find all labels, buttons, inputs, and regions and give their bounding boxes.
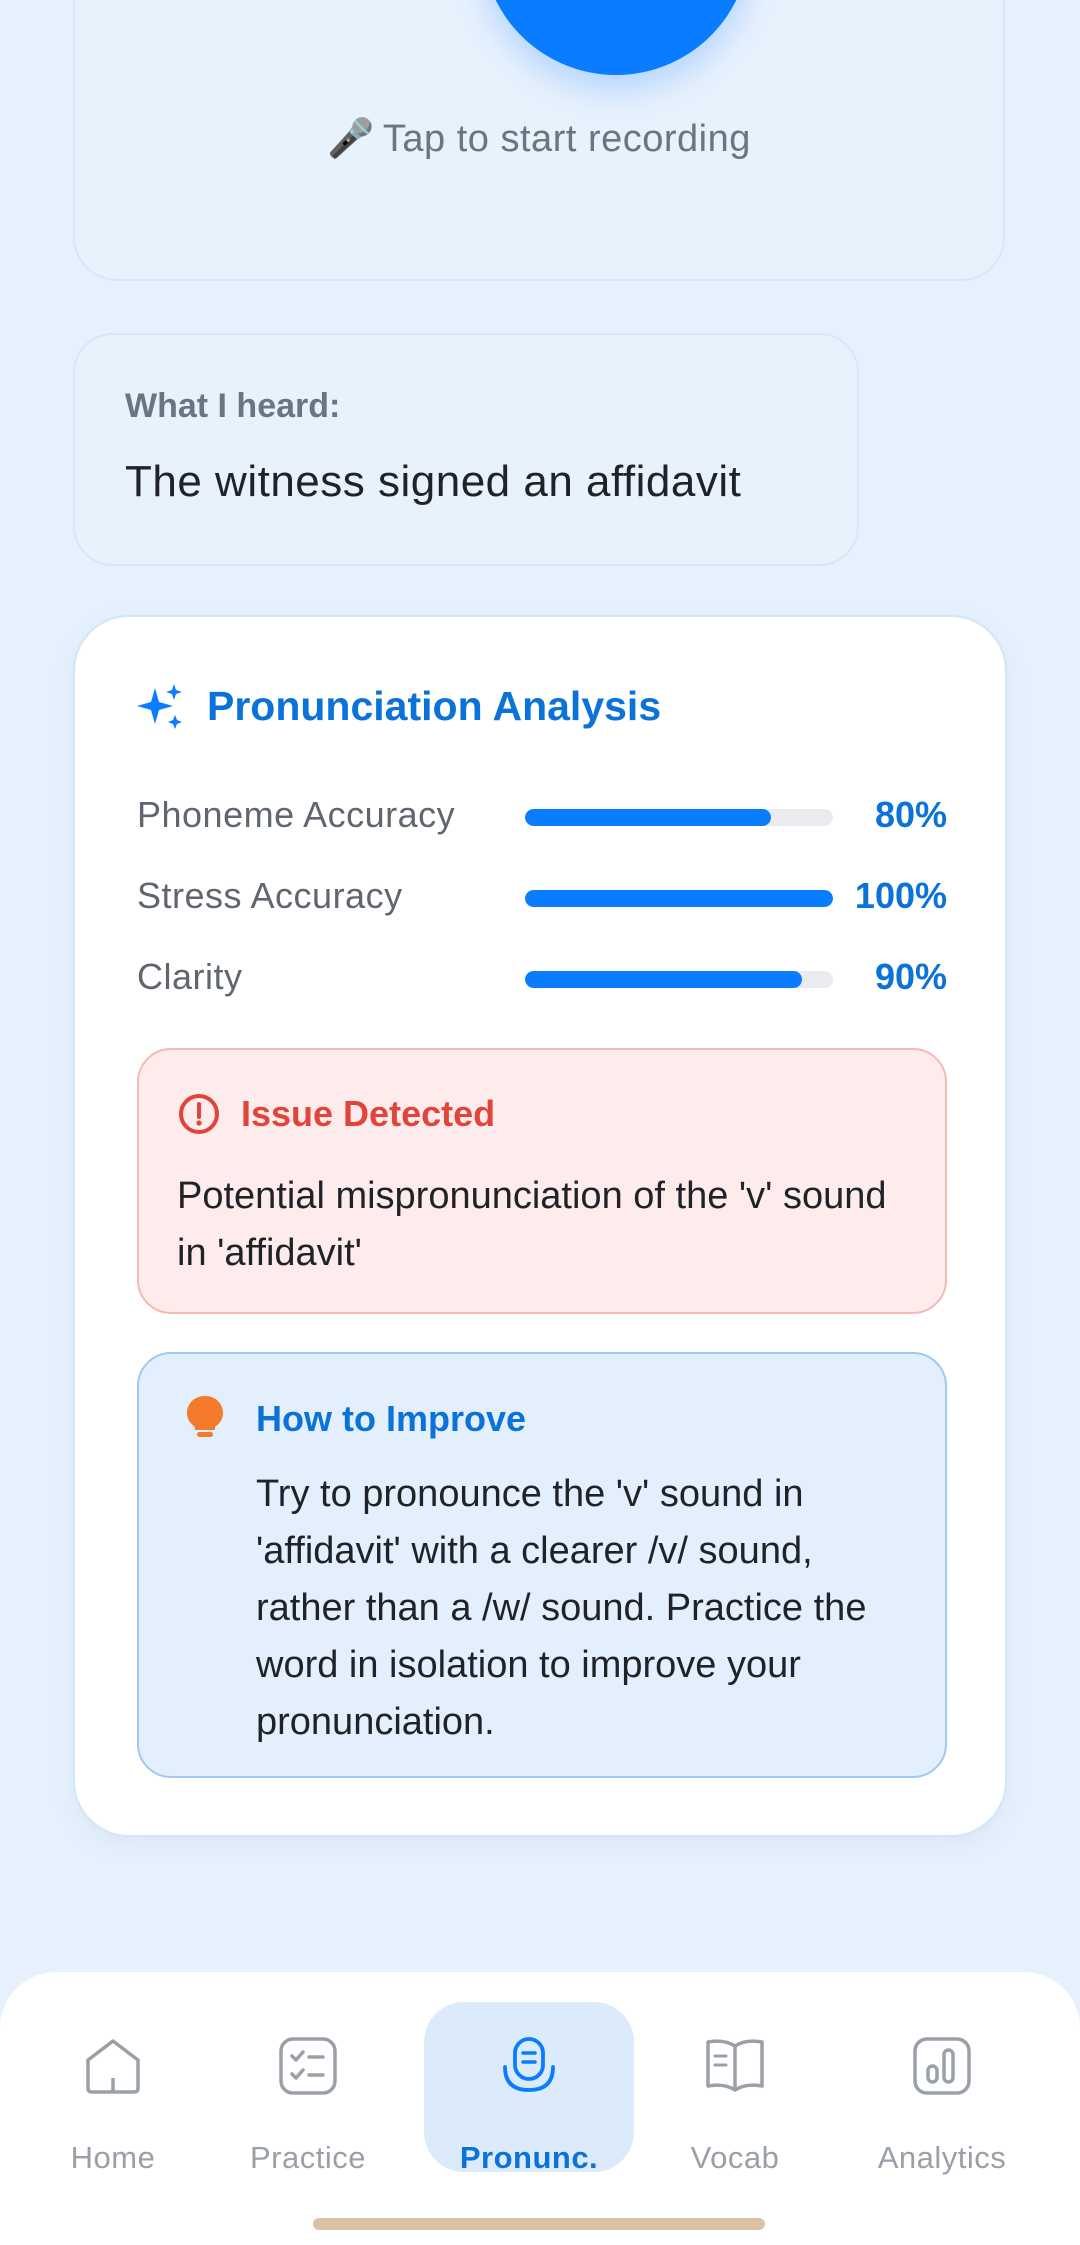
recording-card: 🎤 Tap to start recording [73,0,1005,281]
metric-label: Phoneme Accuracy [137,794,456,835]
metric-progress-bar [525,890,833,907]
issue-text: Potential mispronunciation of the 'v' so… [177,1175,887,1274]
nav-item-home[interactable]: Home [8,2002,218,2175]
transcript-label: What I heard: [125,387,341,425]
metric-label: Clarity [137,956,243,997]
metric-value: 90% [874,956,947,997]
transcript-card: What I heard: The witness signed an affi… [73,333,859,566]
bottom-navigation: Home Practice Pronunc. Vocab Analytics [0,1972,1080,2245]
issue-header: Issue Detected [177,1092,495,1136]
issue-detected-box: Issue Detected Potential mispronunciatio… [137,1048,947,1314]
nav-item-analytics[interactable]: Analytics [837,2002,1047,2175]
sparkles-icon [137,683,182,729]
metric-progress-bar [525,971,833,988]
record-hint-text: Tap to start recording [382,118,751,160]
book-icon [706,2039,764,2092]
metric-clarity: Clarity 90% [137,952,947,1002]
nav-item-practice[interactable]: Practice [203,2002,413,2175]
nav-item-vocab[interactable]: Vocab [630,2002,840,2175]
improve-text: Try to pronounce the 'v' sound in 'affid… [256,1473,867,1743]
improve-title: How to Improve [256,1398,527,1439]
metric-value: 100% [854,875,947,916]
chart-icon [913,2037,971,2095]
lightbulb-icon [187,1396,223,1437]
how-to-improve-box: How to Improve Try to pronounce the 'v' … [137,1352,947,1778]
home-icon [86,2039,140,2094]
issue-title: Issue Detected [241,1093,496,1134]
alert-circle-icon [179,1094,219,1134]
nav-label: Home [70,2140,156,2175]
record-hint: 🎤 Tap to start recording [75,117,1003,161]
analysis-title: Pronunciation Analysis [207,683,662,729]
transcript-text: The witness signed an affidavit [125,457,742,506]
checklist-icon [279,2037,337,2095]
microphone-emoji-icon: 🎤 [327,118,375,160]
metric-value: 80% [874,794,947,835]
metric-progress-bar [525,809,833,826]
nav-label: Practice [250,2140,366,2175]
microphone-icon [503,2037,555,2092]
nav-label: Pronunc. [459,2140,599,2175]
home-indicator[interactable] [313,2218,765,2230]
metric-progress-fill [525,971,803,988]
microphone-icon [582,0,650,7]
nav-label: Analytics [877,2140,1007,2175]
metric-phoneme-accuracy: Phoneme Accuracy 80% [137,790,947,840]
metric-progress-fill [525,890,833,907]
nav-item-pronunciation[interactable]: Pronunc. [424,2002,634,2175]
record-button[interactable] [482,0,750,75]
nav-label: Vocab [690,2140,780,2175]
metric-label: Stress Accuracy [137,875,403,916]
analysis-header: Pronunciation Analysis [137,683,661,730]
pronunciation-analysis-card: Pronunciation Analysis Phoneme Accuracy … [73,615,1007,1837]
metric-progress-fill [525,809,772,826]
metric-stress-accuracy: Stress Accuracy 100% [137,871,947,921]
